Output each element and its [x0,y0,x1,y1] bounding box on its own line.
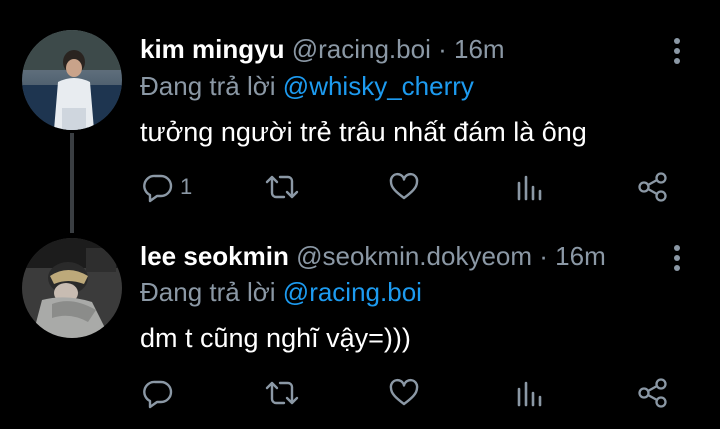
separator-dot: · [438,34,447,64]
view-stats-button[interactable] [514,376,544,410]
tweet-reply-1[interactable]: kim mingyu @racing.boi · 16m Đang trả lờ… [0,0,720,218]
mention-link[interactable]: @whisky_cherry [283,71,474,101]
more-options-icon[interactable] [670,243,684,273]
stats-icon [514,171,544,203]
like-icon [388,171,420,203]
timestamp[interactable]: 16m [555,241,606,271]
view-stats-button[interactable] [514,170,544,204]
reply-icon [142,171,174,203]
like-button[interactable] [388,376,420,410]
retweet-button[interactable] [264,376,300,410]
timestamp[interactable]: 16m [454,34,505,64]
action-bar [140,376,680,410]
action-bar: 1 [140,170,680,204]
replying-to-label: Đang trả lời [140,71,276,101]
tweet-reply-2[interactable]: lee seokmin @seokmin.dokyeom · 16m Đang … [0,218,720,429]
like-button[interactable] [388,170,420,204]
share-icon [636,171,670,203]
avatar[interactable] [22,238,122,338]
retweet-icon [264,171,300,203]
tweet-text: tưởng người trẻ trâu nhất đám là ông [140,117,587,147]
author-handle[interactable]: @seokmin.dokyeom [296,241,532,271]
more-options-icon[interactable] [670,36,684,66]
author-name[interactable]: lee seokmin [140,241,289,271]
replying-to: Đang trả lời @whisky_cherry [140,71,474,101]
mention-link[interactable]: @racing.boi [283,277,422,307]
avatar[interactable] [22,30,122,130]
reply-count: 1 [180,174,193,199]
share-button[interactable] [636,170,670,204]
share-icon [636,377,670,409]
author-handle[interactable]: @racing.boi [292,34,431,64]
separator-dot: · [539,241,548,271]
author-name[interactable]: kim mingyu [140,34,284,64]
tweet-header: lee seokmin @seokmin.dokyeom · 16m [140,241,606,271]
reply-button[interactable]: 1 [142,170,192,204]
replying-to-label: Đang trả lời [140,277,276,307]
reply-icon [142,377,174,409]
reply-button[interactable] [142,376,180,410]
retweet-button[interactable] [264,170,300,204]
stats-icon [514,377,544,409]
replying-to: Đang trả lời @racing.boi [140,277,422,307]
tweet-header: kim mingyu @racing.boi · 16m [140,34,505,64]
retweet-icon [264,377,300,409]
tweet-text: dm t cũng nghĩ vậy=))) [140,323,411,353]
share-button[interactable] [636,376,670,410]
like-icon [388,377,420,409]
